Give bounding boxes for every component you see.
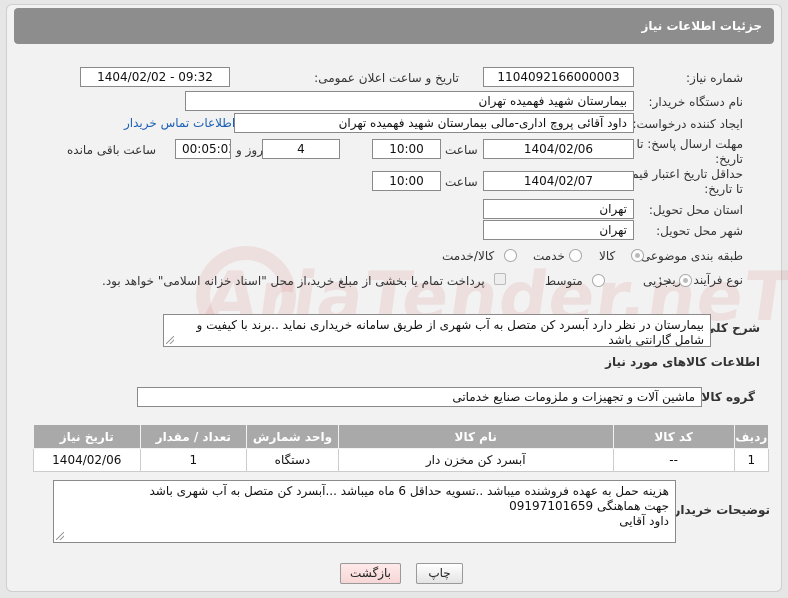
goods-group-label: گروه کالا: <box>696 390 755 404</box>
days-label: روز و <box>236 143 263 157</box>
cell-item-name: آبسرد کن مخزن دار <box>337 448 614 472</box>
treasury-payment-note: پرداخت تمام یا بخشی از مبلغ خرید،از محل … <box>102 274 485 288</box>
price-validity-time-field: 10:00 <box>372 171 441 191</box>
province-field: تهران <box>483 199 634 219</box>
col-unit: واحد شمارش <box>246 424 339 449</box>
treasury-payment-checkbox[interactable] <box>494 273 506 285</box>
cell-quantity: 1 <box>139 448 248 472</box>
description-textarea: بیمارستان در نظر دارد آبسرد کن متصل به آ… <box>163 314 711 347</box>
reply-date-field: 1404/02/06 <box>483 139 634 159</box>
process-type-label: نوع فرآیند خرید : <box>658 273 743 287</box>
category-radio-goods[interactable] <box>631 249 644 262</box>
cell-row-number: 1 <box>733 448 770 472</box>
city-field: تهران <box>483 220 634 240</box>
category-radio-service[interactable] <box>569 249 582 262</box>
reply-time-label: ساعت <box>445 143 478 157</box>
col-item-code: کد کالا <box>612 424 735 449</box>
page-title: جزئیات اطلاعات نیاز <box>641 19 762 33</box>
process-option-medium: متوسط <box>545 274 583 288</box>
buyer-notes-textarea: هزینه حمل به عهده فروشنده میباشد ..تسویه… <box>53 480 676 543</box>
province-label: استان محل تحویل: <box>648 203 743 217</box>
city-label: شهر محل تحویل: <box>656 224 743 238</box>
buyer-contact-link[interactable]: اطلاعات تماس خریدار <box>124 116 235 130</box>
reply-time-field: 10:00 <box>372 139 441 159</box>
cell-item-code: -- <box>612 448 735 472</box>
buyer-notes-line2: جهت هماهنگی 09197101659 <box>509 499 669 513</box>
col-quantity: تعداد / مقدار <box>139 424 248 449</box>
page-header: جزئیات اطلاعات نیاز <box>14 8 774 44</box>
price-validity-date-field: 1404/02/07 <box>483 171 634 191</box>
table-row: 1 -- آبسرد کن مخزن دار دستگاه 1 1404/02/… <box>33 448 770 472</box>
process-radio-minor[interactable] <box>679 274 692 287</box>
days-remaining-field: 4 <box>262 139 340 159</box>
buyer-notes-line3: داود آقایی <box>619 514 669 528</box>
requester-field: داود آقائی پروچ اداری-مالی بیمارستان شهی… <box>234 113 634 133</box>
print-button[interactable]: چاپ <box>416 563 463 584</box>
items-table-header: ردیف کد کالا نام کالا واحد شمارش تعداد /… <box>33 424 770 449</box>
buyer-org-label: نام دستگاه خریدار: <box>648 95 744 109</box>
process-option-minor: جزیی <box>643 274 671 288</box>
resize-grip-icon[interactable] <box>56 532 64 540</box>
process-radio-medium[interactable] <box>592 274 605 287</box>
buyer-notes-line1: هزینه حمل به عهده فروشنده میباشد ..تسویه… <box>149 484 669 498</box>
announce-datetime-field: 1404/02/02 - 09:32 <box>80 67 230 87</box>
requester-label: ایجاد کننده درخواست: <box>632 117 743 131</box>
cell-unit: دستگاه <box>246 448 339 472</box>
remaining-time-label: ساعت باقی مانده <box>67 143 157 157</box>
col-row-number: ردیف <box>733 424 770 449</box>
announce-label: تاریخ و ساعت اعلان عمومی: <box>314 71 459 85</box>
goods-group-field: ماشین آلات و تجهیزات و ملزومات صنایع خدم… <box>137 387 702 407</box>
category-option-goods: کالا <box>599 249 616 263</box>
col-need-date: تاریخ نیاز <box>33 424 141 449</box>
resize-grip-icon[interactable] <box>166 336 174 344</box>
price-validity-time-label: ساعت <box>445 175 478 189</box>
col-item-name: نام کالا <box>337 424 614 449</box>
category-option-service: خدمت <box>533 249 565 263</box>
goods-info-title: اطلاعات کالاهای مورد نیاز <box>605 355 760 369</box>
category-radio-goods-service[interactable] <box>504 249 517 262</box>
reply-deadline-label: مهلت ارسال پاسخ: تا تاریخ: <box>636 137 743 166</box>
category-label: طبقه بندی موضوعی: <box>636 249 743 263</box>
description-text: بیمارستان در نظر دارد آبسرد کن متصل به آ… <box>196 318 704 347</box>
remaining-time-field: 00:05:03 <box>175 139 231 159</box>
back-button[interactable]: بازگشت <box>340 563 401 584</box>
cell-need-date: 1404/02/06 <box>33 448 141 472</box>
buyer-notes-label: توضیحات خریدار: <box>668 503 770 517</box>
need-number-field: 1104092166000003 <box>483 67 634 87</box>
items-table: ردیف کد کالا نام کالا واحد شمارش تعداد /… <box>33 424 770 472</box>
need-number-label: شماره نیاز: <box>686 71 743 85</box>
category-option-goods-service: کالا/خدمت <box>442 249 495 263</box>
buyer-org-field: بیمارستان شهید فهمیده تهران <box>185 91 634 111</box>
